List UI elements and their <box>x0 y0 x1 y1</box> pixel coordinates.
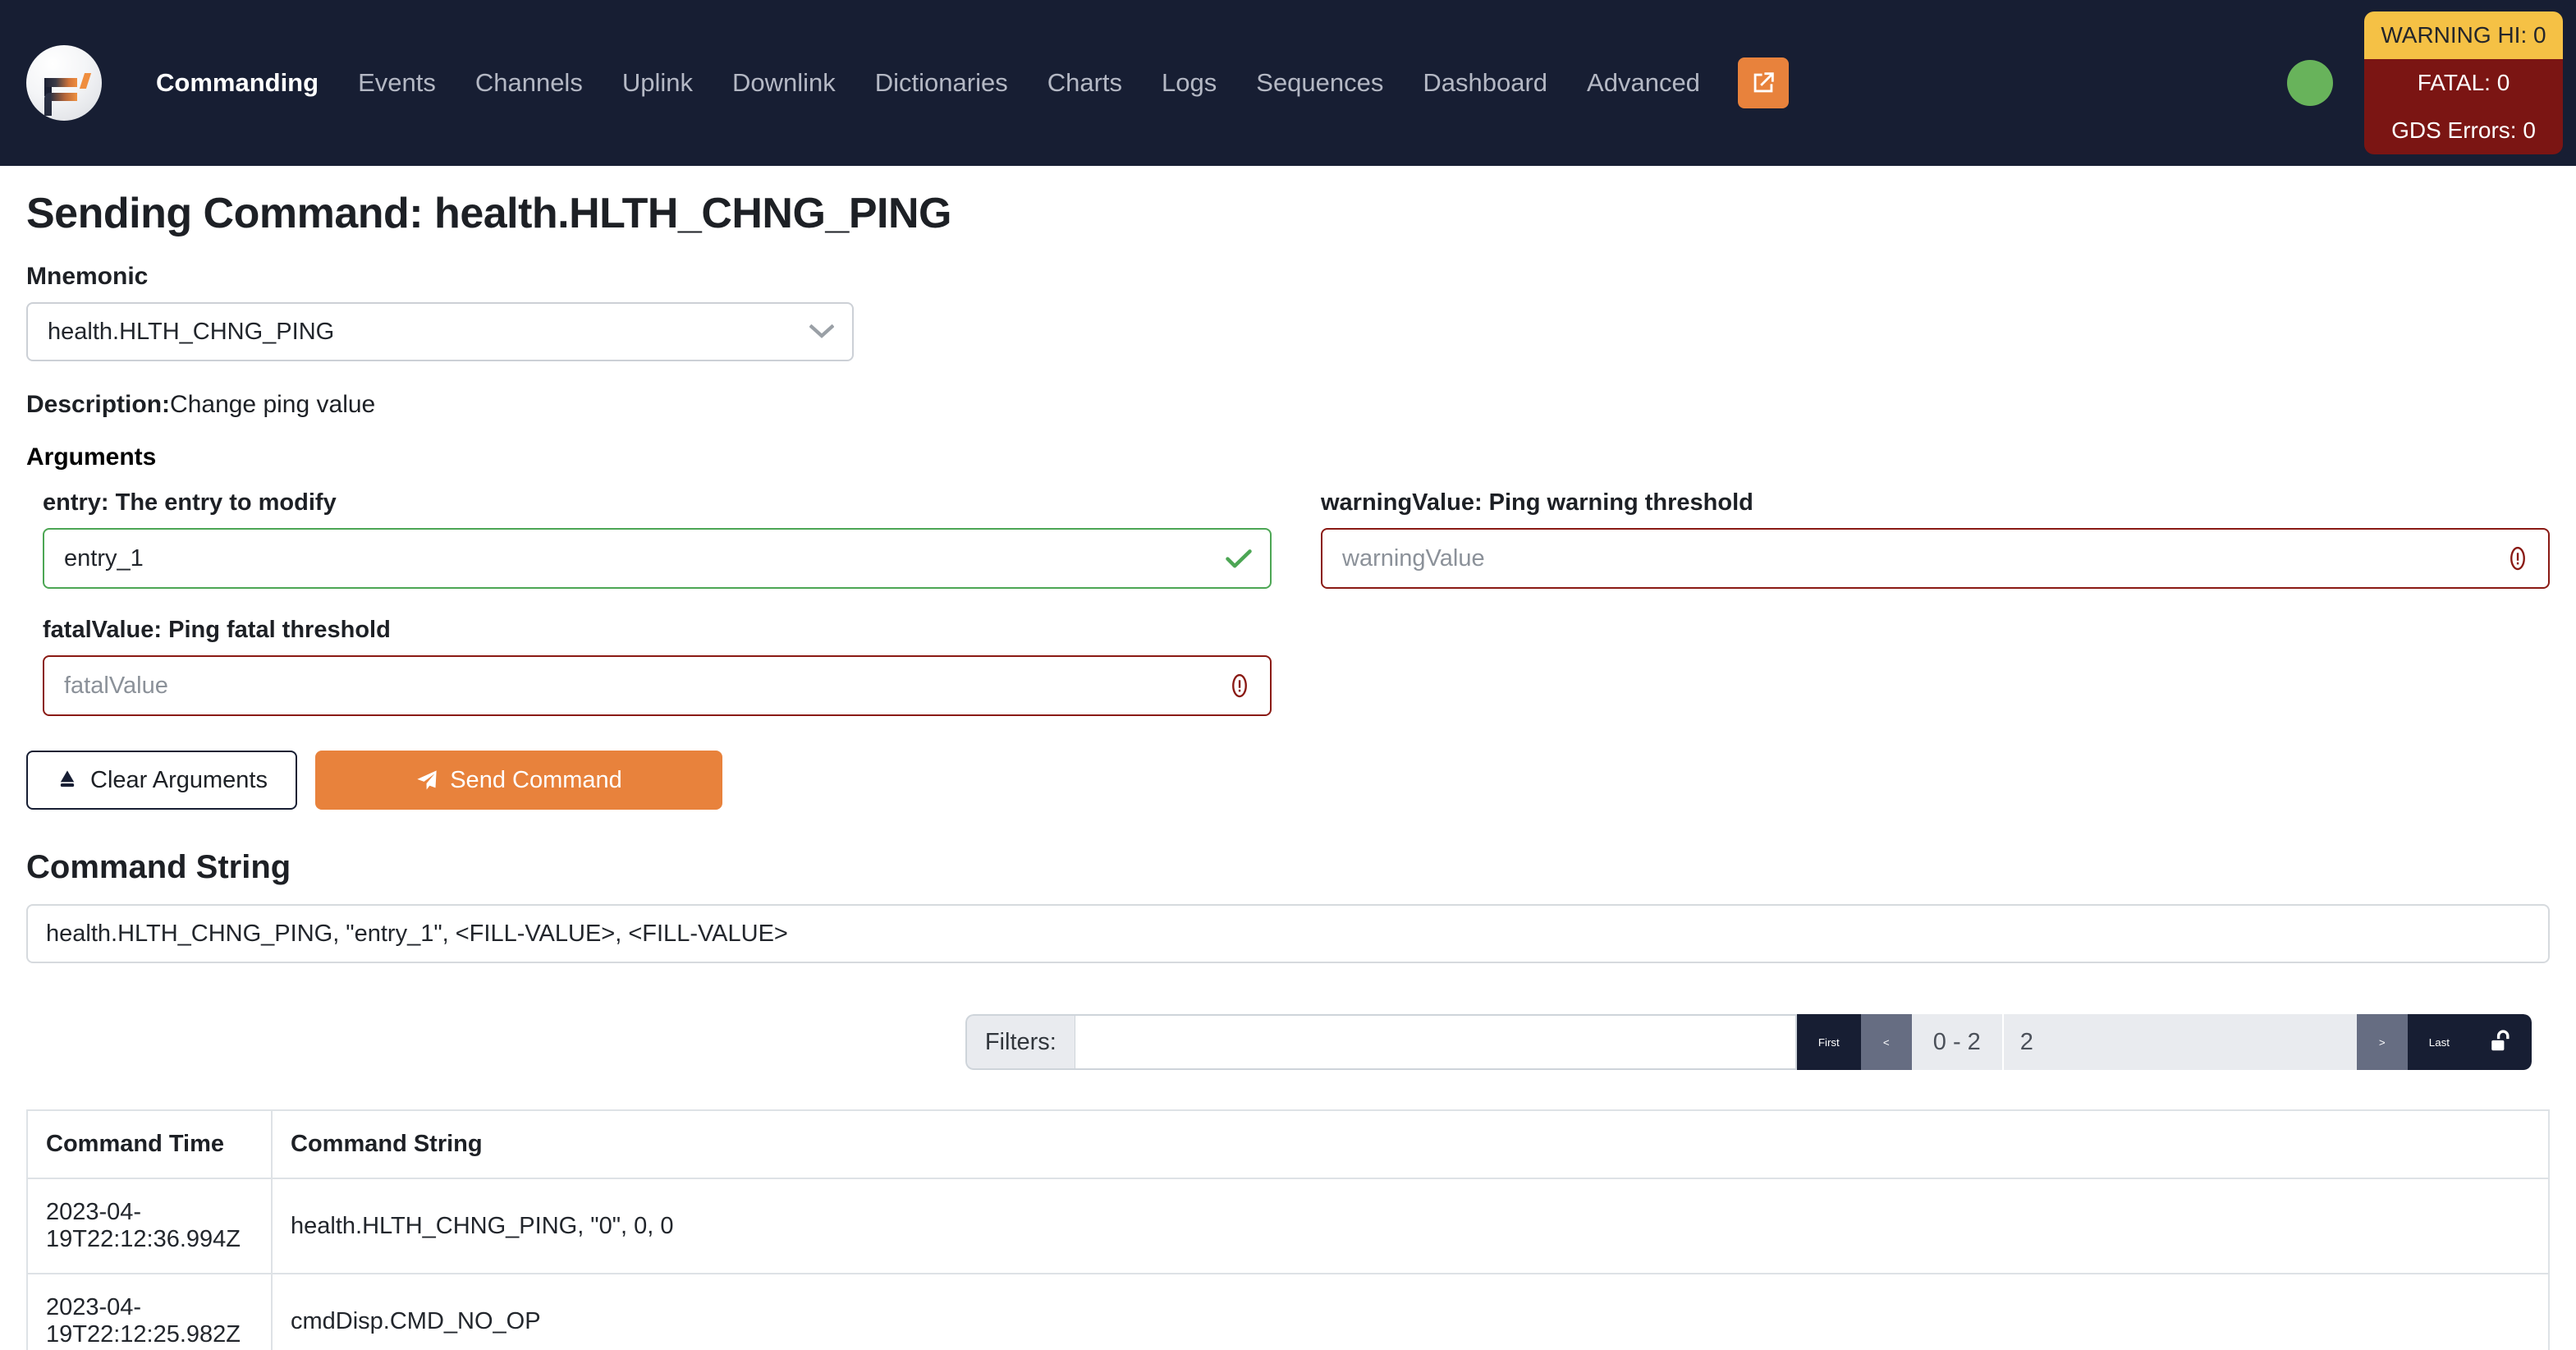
arguments-heading: Arguments <box>26 443 157 471</box>
mnemonic-select[interactable]: health.HLTH_CHNG_PING <box>26 302 854 361</box>
column-header-command-string[interactable]: Command String <box>272 1109 2550 1179</box>
clear-arguments-label: Clear Arguments <box>90 766 268 793</box>
pagination-prev-button[interactable]: < <box>1860 1014 1912 1070</box>
mnemonic-select-value: health.HLTH_CHNG_PING <box>48 318 335 345</box>
filters-input[interactable] <box>1074 1014 1797 1070</box>
argument-input-fatalvalue[interactable] <box>43 655 1272 716</box>
table-body: 2023-04-19T22:12:36.994Z health.HLTH_CHN… <box>26 1178 2550 1350</box>
arguments-grid-spacer <box>1321 617 2550 744</box>
status-badge-stack: WARNING HI: 0 FATAL: 0 GDS Errors: 0 <box>2364 11 2563 154</box>
argument-input-wrapper-entry <box>43 528 1272 589</box>
filters-label: Filters: <box>965 1014 1075 1070</box>
pagination-first-button[interactable]: First <box>1796 1014 1861 1070</box>
nav-item-dashboard[interactable]: Dashboard <box>1403 68 1567 98</box>
table-row[interactable]: 2023-04-19T22:12:36.994Z health.HLTH_CHN… <box>26 1178 2550 1274</box>
cell-command-string: health.HLTH_CHNG_PING, "0", 0, 0 <box>272 1178 2550 1274</box>
command-action-buttons: Clear Arguments Send Command <box>26 751 2550 810</box>
filter-pagination-bar: Filters: First < 0 - 2 > Last <box>965 1014 2532 1070</box>
status-badge-warning-hi: WARNING HI: 0 <box>2364 11 2563 59</box>
table-head: Command Time Command String <box>26 1109 2550 1179</box>
nav-links: Commanding Events Channels Uplink Downli… <box>136 57 1789 108</box>
cell-command-time: 2023-04-19T22:12:25.982Z <box>26 1274 273 1350</box>
pagination-range-label: 0 - 2 <box>1911 1014 2004 1070</box>
argument-field-entry: entry: The entry to modify <box>43 489 1272 589</box>
external-link-icon <box>1753 72 1774 93</box>
filter-pagination-row: Filters: First < 0 - 2 > Last <box>26 1014 2550 1070</box>
cell-command-string: cmdDisp.CMD_NO_OP <box>272 1274 2550 1350</box>
top-navigation-bar: Commanding Events Channels Uplink Downli… <box>0 0 2576 166</box>
description-label: Description: <box>26 391 171 418</box>
nav-item-charts[interactable]: Charts <box>1028 68 1142 98</box>
mnemonic-label: Mnemonic <box>26 263 149 290</box>
nav-item-channels[interactable]: Channels <box>456 68 603 98</box>
send-command-label: Send Command <box>450 766 622 793</box>
argument-label-warningvalue: warningValue: Ping warning threshold <box>1321 489 1753 516</box>
argument-field-fatalvalue: fatalValue: Ping fatal threshold <box>43 617 1272 716</box>
pagination-next-button[interactable]: > <box>2356 1014 2408 1070</box>
logo-shape-mid-bar <box>50 93 77 101</box>
mnemonic-select-wrapper: health.HLTH_CHNG_PING <box>26 302 854 361</box>
eraser-icon <box>60 770 75 788</box>
column-header-command-time[interactable]: Command Time <box>26 1109 273 1179</box>
pagination-last-button[interactable]: Last <box>2407 1014 2471 1070</box>
nav-item-dictionaries[interactable]: Dictionaries <box>855 68 1028 98</box>
open-external-window-button[interactable] <box>1737 57 1789 108</box>
page-content: Sending Command: health.HLTH_CHNG_PING M… <box>0 166 2576 1070</box>
command-string-heading: Command String <box>26 849 291 885</box>
send-command-button[interactable]: Send Command <box>315 751 722 810</box>
nav-item-logs[interactable]: Logs <box>1142 68 1236 98</box>
description-text: Change ping value <box>170 391 376 418</box>
pagination-scroll-lock-button[interactable] <box>2471 1014 2532 1070</box>
unlock-icon <box>2491 1030 2510 1051</box>
status-badge-fatal: FATAL: 0 <box>2364 59 2563 107</box>
cell-command-time: 2023-04-19T22:12:36.994Z <box>26 1178 273 1274</box>
nav-item-downlink[interactable]: Downlink <box>713 68 855 98</box>
connection-status-indicator <box>2287 60 2333 106</box>
argument-label-fatalvalue: fatalValue: Ping fatal threshold <box>43 617 391 643</box>
command-history-table: Command Time Command String 2023-04-19T2… <box>26 1109 2550 1350</box>
pagination-page-input[interactable] <box>2003 1014 2357 1070</box>
nav-item-commanding[interactable]: Commanding <box>136 68 338 98</box>
nav-status-area: WARNING HI: 0 FATAL: 0 GDS Errors: 0 <box>2287 0 2576 166</box>
nav-item-advanced[interactable]: Advanced <box>1567 68 1720 98</box>
argument-input-entry[interactable] <box>43 528 1272 589</box>
table-row[interactable]: 2023-04-19T22:12:25.982Z cmdDisp.CMD_NO_… <box>26 1274 2550 1350</box>
nav-item-events[interactable]: Events <box>338 68 456 98</box>
chevron-down-icon <box>809 324 834 338</box>
argument-field-warningvalue: warningValue: Ping warning threshold <box>1321 489 2550 589</box>
argument-label-entry: entry: The entry to modify <box>43 489 337 516</box>
paper-plane-icon <box>417 770 437 790</box>
command-string-display[interactable]: health.HLTH_CHNG_PING, "entry_1", <FILL-… <box>26 904 2550 963</box>
argument-input-warningvalue[interactable] <box>1321 528 2550 589</box>
f-prime-logo[interactable] <box>26 45 102 121</box>
arguments-grid: entry: The entry to modify warningValue:… <box>26 489 2550 744</box>
page-title: Sending Command: health.HLTH_CHNG_PING <box>26 190 951 237</box>
nav-item-uplink[interactable]: Uplink <box>603 68 713 98</box>
table-header-row: Command Time Command String <box>26 1109 2550 1179</box>
argument-input-wrapper-fatalvalue <box>43 655 1272 716</box>
status-badge-gds-errors: GDS Errors: 0 <box>2364 107 2563 154</box>
command-string-value: health.HLTH_CHNG_PING, "entry_1", <FILL-… <box>46 920 788 947</box>
nav-item-sequences[interactable]: Sequences <box>1236 68 1403 98</box>
description-row: Description:Change ping value <box>26 391 2550 419</box>
clear-arguments-button[interactable]: Clear Arguments <box>26 751 297 810</box>
logo-shape-top-bar <box>44 78 77 87</box>
logo-shape-tick <box>79 73 92 89</box>
argument-input-wrapper-warningvalue <box>1321 528 2550 589</box>
